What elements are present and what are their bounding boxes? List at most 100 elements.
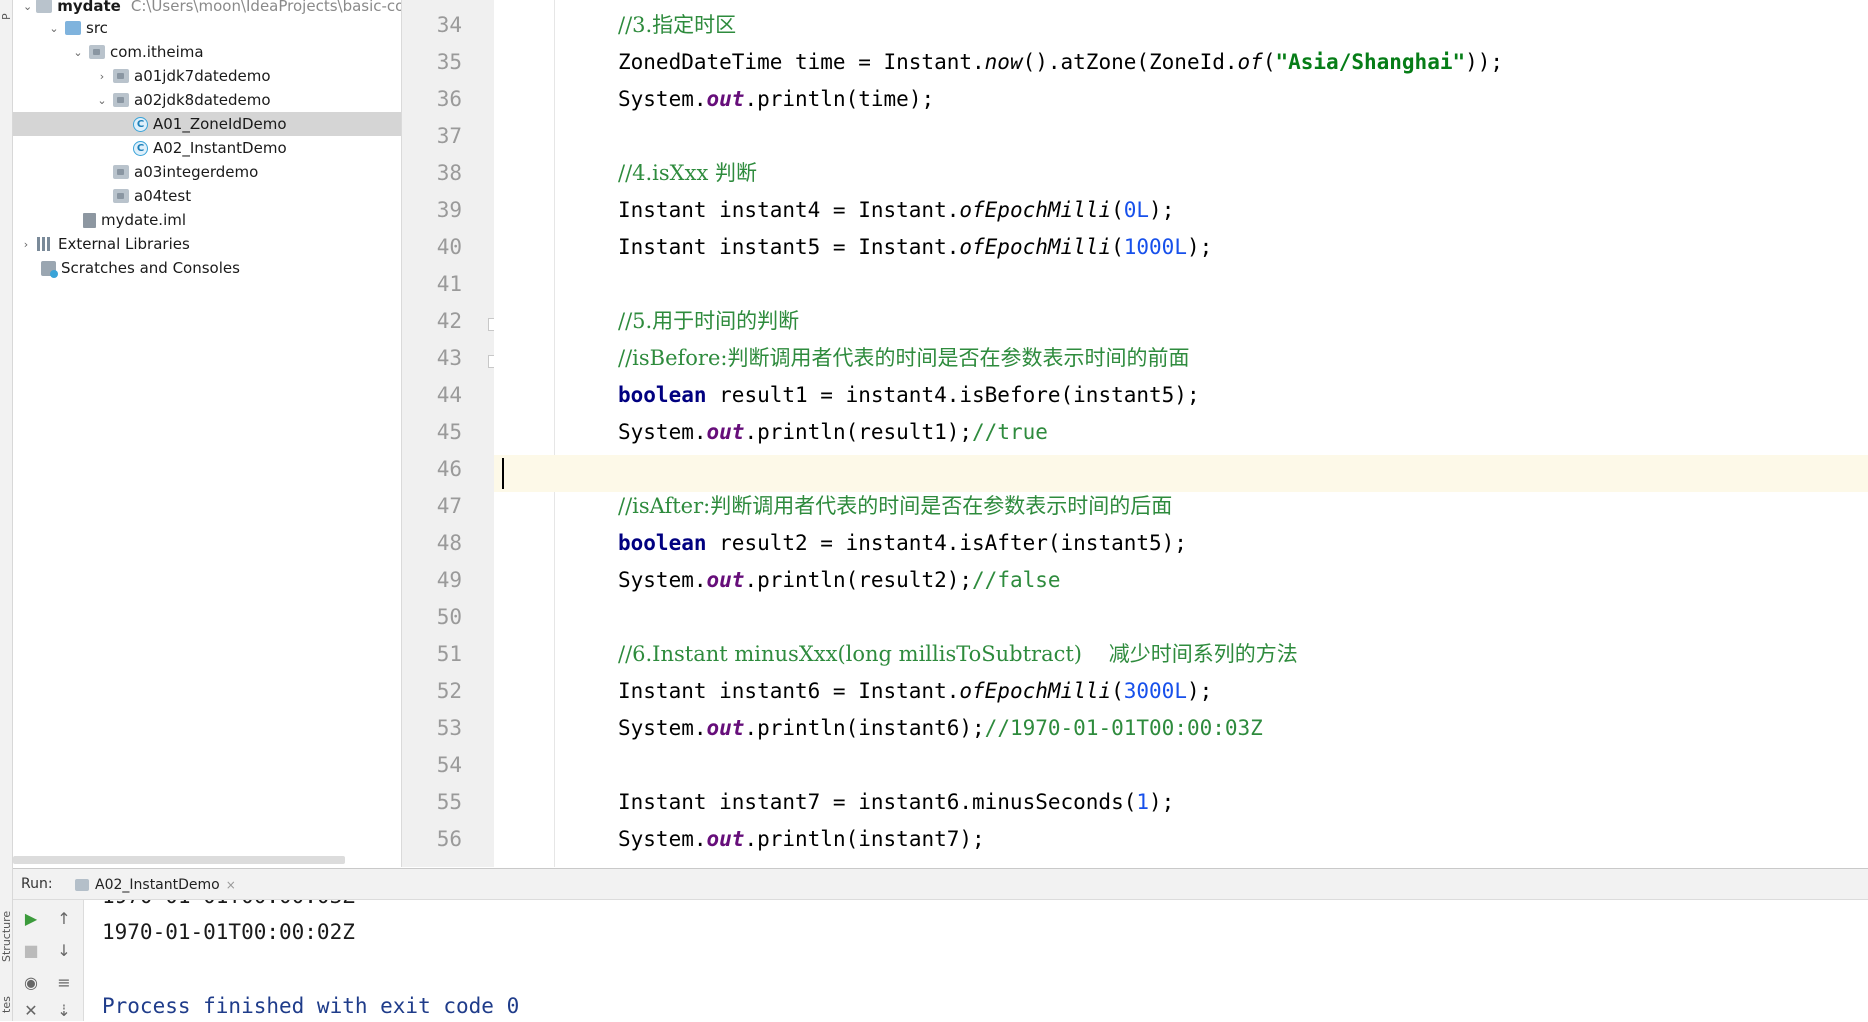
soft-wrap-icon[interactable]: ≡ [53, 972, 75, 994]
chevron-right-icon[interactable]: › [95, 70, 109, 83]
code-line-35: ZonedDateTime time = Instant.now().atZon… [618, 50, 1504, 74]
package-icon [113, 165, 129, 179]
source-folder-icon [65, 21, 81, 35]
tree-label: Scratches and Consoles [61, 259, 240, 277]
code-line-55: Instant instant7 = instant6.minusSeconds… [618, 790, 1175, 814]
line-number: 55 [436, 790, 462, 814]
favorites-tool-tab[interactable]: tes [0, 990, 13, 1020]
tree-package-com-itheima[interactable]: ⌄ com.itheima [13, 40, 401, 64]
module-file-icon [83, 212, 96, 228]
code-line-34: //3.指定时区 [618, 13, 737, 37]
tree-scratches[interactable]: Scratches and Consoles [13, 256, 401, 280]
scratches-icon [41, 260, 58, 278]
close-icon[interactable]: ✕ [20, 1000, 42, 1022]
tree-label: A01_ZoneIdDemo [153, 115, 287, 133]
tree-package-a04[interactable]: a04test [13, 184, 401, 208]
run-label: Run: [21, 876, 53, 892]
code-line-52: Instant instant6 = Instant.ofEpochMilli(… [618, 679, 1213, 703]
code-line-49: System.out.println(result2);//false [618, 568, 1061, 592]
tree-package-a02[interactable]: ⌄ a02jdk8datedemo [13, 88, 401, 112]
line-number: 42 [436, 309, 462, 333]
project-path: C:\Users\moon\IdeaProjects\basic-code [130, 0, 401, 15]
line-number: 49 [436, 568, 462, 592]
code-line-44: boolean result1 = instant4.isBefore(inst… [618, 383, 1200, 407]
line-number: 54 [436, 753, 462, 777]
code-line-51: //6.Instant minusXxx(long millisToSubtra… [618, 642, 1298, 666]
indent-guide [554, 0, 555, 867]
line-number: 53 [436, 716, 462, 740]
chevron-down-icon[interactable]: ⌄ [23, 0, 32, 13]
tree-file-instant-demo[interactable]: C A02_InstantDemo [13, 136, 401, 160]
tree-label: a03integerdemo [134, 163, 259, 181]
tree-label: a04test [134, 187, 192, 205]
chevron-down-icon[interactable]: ⌄ [47, 22, 61, 35]
package-icon [113, 93, 129, 107]
chevron-right-icon[interactable]: › [19, 238, 33, 251]
tree-file-zoneid-demo[interactable]: C A01_ZoneIdDemo [13, 112, 401, 136]
left-tool-strip: P Structure tes [0, 0, 13, 1021]
tree-file-iml[interactable]: mydate.iml [13, 208, 401, 232]
console-finish-line: Process finished with exit code 0 [102, 994, 520, 1018]
tree-package-a03[interactable]: a03integerdemo [13, 160, 401, 184]
code-line-40: Instant instant5 = Instant.ofEpochMilli(… [618, 235, 1213, 259]
line-number: 34 [436, 13, 462, 37]
line-number: 36 [436, 87, 462, 111]
code-line-43: //isBefore:判断调用者代表的时间是否在参数表示时间的前面 [618, 346, 1190, 370]
code-line-56: System.out.println(instant7); [618, 827, 985, 851]
run-tab-instant-demo[interactable]: A02_InstantDemo × [75, 873, 236, 897]
line-number: 38 [436, 161, 462, 185]
arrow-up-icon[interactable]: ↑ [53, 908, 75, 930]
package-icon [113, 189, 129, 203]
project-horizontal-scrollbar[interactable] [13, 856, 345, 864]
line-number: 44 [436, 383, 462, 407]
tree-src[interactable]: ⌄ src [13, 16, 401, 40]
java-class-icon: C [133, 116, 148, 132]
code-line-48: boolean result2 = instant4.isAfter(insta… [618, 531, 1187, 555]
text-caret [502, 458, 504, 489]
run-tab-label: A02_InstantDemo [95, 877, 220, 893]
editor-gutter: 34 35 36 37 38 39 40 41 42 43 44 45 46 47 48 49 50 51 52 53… [401, 0, 500, 867]
run-panel-header: Run: A02_InstantDemo × [13, 868, 1868, 900]
module-folder-icon [36, 0, 53, 13]
tree-label: a01jdk7datedemo [134, 67, 271, 85]
project-tool-tab[interactable]: P [0, 0, 13, 34]
line-number: 50 [436, 605, 462, 629]
code-line-36: System.out.println(time); [618, 87, 935, 111]
tree-label: mydate [57, 0, 121, 15]
tree-package-a01[interactable]: › a01jdk7datedemo [13, 64, 401, 88]
line-number: 56 [436, 827, 462, 851]
run-console[interactable]: 1970-01-01T00:00:03Z 1970-01-01T00:00:02… [84, 900, 1868, 1021]
line-number: 48 [436, 531, 462, 555]
libraries-icon [37, 237, 53, 251]
package-icon [89, 45, 105, 59]
line-number: 45 [436, 420, 462, 444]
rerun-button[interactable]: ▶ [20, 908, 42, 930]
code-line-38: //4.isXxx 判断 [618, 161, 757, 185]
chevron-down-icon[interactable]: ⌄ [95, 94, 109, 107]
code-line-53: System.out.println(instant6);//1970-01-0… [618, 716, 1263, 740]
chevron-down-icon[interactable]: ⌄ [71, 46, 85, 59]
code-line-45: System.out.println(result1);//true [618, 420, 1048, 444]
line-number: 51 [436, 642, 462, 666]
code-line-47: //isAfter:判断调用者代表的时间是否在参数表示时间的后面 [618, 494, 1173, 518]
close-icon[interactable]: × [226, 878, 236, 892]
arrow-down-icon[interactable]: ↓ [53, 940, 75, 962]
tree-label: src [86, 19, 108, 37]
code-editor[interactable]: //3.指定时区 ZonedDateTime time = Instant.no… [494, 0, 1868, 867]
console-line: 1970-01-01T00:00:02Z [102, 920, 355, 944]
java-class-icon: C [133, 140, 148, 156]
current-line-highlight [494, 455, 1868, 492]
line-number: 35 [436, 50, 462, 74]
code-line-42: //5.用于时间的判断 [618, 309, 800, 333]
tree-label: A02_InstantDemo [153, 139, 287, 157]
console-line: 1970-01-01T00:00:03Z [102, 900, 355, 915]
tree-label: External Libraries [58, 235, 190, 253]
line-number: 41 [436, 272, 462, 296]
scroll-to-end-icon[interactable]: ⇣ [53, 1000, 75, 1022]
line-number: 47 [436, 494, 462, 518]
tree-label: a02jdk8datedemo [134, 91, 271, 109]
structure-tool-tab[interactable]: Structure [0, 892, 13, 980]
tree-external-libraries[interactable]: › External Libraries [13, 232, 401, 256]
camera-icon[interactable]: ◉ [20, 972, 42, 994]
stop-button[interactable]: ■ [20, 940, 42, 962]
